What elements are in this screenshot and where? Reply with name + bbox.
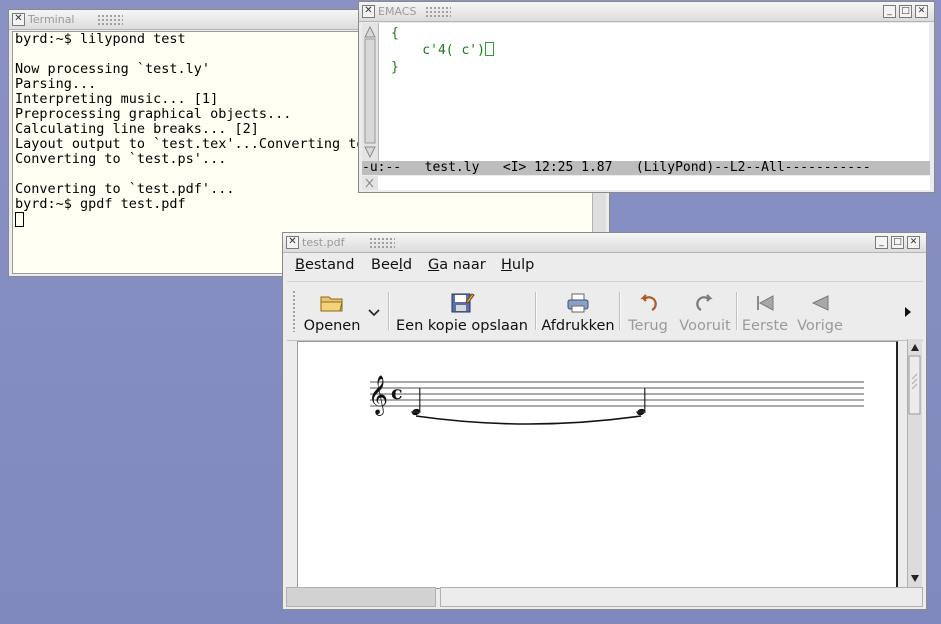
window-title: test.pdf	[302, 236, 345, 249]
open-recent-dropdown[interactable]	[365, 286, 383, 338]
toolbar-separator	[736, 292, 738, 330]
first-page-icon	[757, 295, 774, 311]
close-icon[interactable]: ✕	[362, 5, 375, 18]
save-copy-button[interactable]: Een kopie opslaan	[393, 286, 531, 338]
open-label: Openen	[303, 318, 361, 334]
close-icon[interactable]: ✕	[907, 236, 920, 249]
pdf-viewer-window[interactable]: ✕ test.pdf _ □ ✕ Bestand Beeld Ga naar H…	[282, 232, 927, 610]
scrollbar-arrows-icon	[364, 25, 376, 159]
first-page-label: Eerste	[741, 318, 789, 334]
open-button[interactable]: Openen	[301, 286, 363, 338]
document-scrollbar[interactable]	[907, 339, 922, 587]
maximize-icon[interactable]: □	[899, 5, 912, 18]
maximize-icon[interactable]: □	[891, 236, 904, 249]
menu-ga-naar[interactable]: Ga naar	[428, 257, 486, 273]
toolbar-separator	[388, 292, 390, 330]
window-title: EMACS	[378, 5, 417, 18]
back-button[interactable]: Terug	[623, 286, 673, 338]
terminal-prompt-line[interactable]	[13, 212, 596, 227]
window-title: Terminal	[28, 13, 75, 26]
printer-icon	[567, 293, 589, 313]
menu-mnemonic: B	[295, 257, 305, 273]
menu-beeld[interactable]: Beeld	[371, 257, 412, 273]
toolbar-overflow-button[interactable]	[899, 286, 917, 338]
code-line: }	[391, 60, 399, 75]
note	[636, 388, 646, 416]
previous-page-label: Vorige	[797, 318, 843, 334]
code-line: c'4( c')	[379, 42, 929, 59]
emacs-titlebar[interactable]: ✕ EMACS _ □ ✕	[359, 2, 934, 22]
common-time-icon: c	[391, 382, 403, 404]
chevron-down-icon	[368, 309, 380, 317]
status-bar	[286, 587, 923, 608]
status-segment	[440, 587, 923, 607]
emacs-scrollbar[interactable]	[362, 23, 379, 161]
menu-label-part: ulp	[511, 257, 535, 273]
back-arrow-icon	[640, 294, 657, 311]
minimize-icon[interactable]: _	[883, 5, 896, 18]
scrollbar-icon	[908, 344, 921, 582]
menu-mnemonic: G	[428, 257, 440, 273]
previous-page-button[interactable]: Vorige	[793, 286, 847, 338]
text-cursor	[15, 212, 24, 227]
music-score: 𝄞 c	[368, 375, 864, 425]
emacs-window[interactable]: ✕ EMACS _ □ ✕ { c'4( c') } -u:-- test.ly…	[358, 1, 935, 193]
toolbar-grip-icon[interactable]	[292, 290, 296, 332]
toolbar-separator	[535, 292, 537, 330]
close-icon[interactable]: ✕	[286, 236, 299, 249]
emacs-modeline: -u:-- test.ly <I> 12:25 1.87 (LilyPond)-…	[362, 161, 930, 175]
terminal-line: byrd:~$ gpdf test.pdf	[15, 196, 186, 212]
back-label: Terug	[628, 318, 668, 334]
forward-button[interactable]: Vooruit	[675, 286, 735, 338]
document-page[interactable]: 𝄞 c	[297, 341, 898, 589]
grip-icon	[97, 14, 123, 25]
emacs-buffer[interactable]: { c'4( c') }	[379, 23, 929, 161]
grip-icon	[369, 237, 395, 248]
minibuffer-fringe-icon	[362, 176, 378, 190]
forward-label: Vooruit	[679, 318, 731, 334]
menu-label-part: Bee	[371, 257, 399, 273]
menu-bestand[interactable]: Bestand	[295, 257, 354, 273]
overflow-arrow-icon	[905, 307, 911, 317]
menu-label-part: estand	[304, 257, 355, 273]
print-label: Afdrukken	[541, 318, 615, 334]
slur	[415, 415, 642, 425]
minimize-icon[interactable]: _	[875, 236, 888, 249]
menu-hulp[interactable]: Hulp	[501, 257, 534, 273]
previous-page-icon	[811, 295, 829, 311]
folder-icon	[320, 296, 343, 312]
close-icon[interactable]: ✕	[12, 13, 25, 26]
note	[411, 388, 421, 416]
grip-icon	[425, 6, 451, 17]
status-segment	[286, 587, 436, 607]
code-text: c'4( c')	[391, 43, 485, 58]
text-cursor	[484, 42, 494, 56]
save-copy-label: Een kopie opslaan	[395, 318, 528, 334]
emacs-minibuffer[interactable]	[362, 176, 930, 190]
first-page-button[interactable]: Eerste	[739, 286, 791, 338]
treble-clef-icon: 𝄞	[368, 375, 388, 416]
save-icon	[451, 293, 475, 313]
toolbar: Openen Een kopie opslaan Afdrukken Terug…	[287, 281, 923, 341]
close-icon[interactable]: ✕	[915, 5, 928, 18]
forward-arrow-icon	[696, 294, 713, 311]
code-line: {	[391, 26, 399, 41]
staff	[370, 381, 864, 407]
pdf-titlebar[interactable]: ✕ test.pdf _ □ ✕	[283, 233, 926, 253]
print-button[interactable]: Afdrukken	[539, 286, 617, 338]
menu-label-part: a naar	[439, 257, 486, 273]
toolbar-separator	[619, 292, 621, 330]
menu-mnemonic: H	[501, 257, 512, 273]
menu-label-part: d	[402, 257, 413, 273]
